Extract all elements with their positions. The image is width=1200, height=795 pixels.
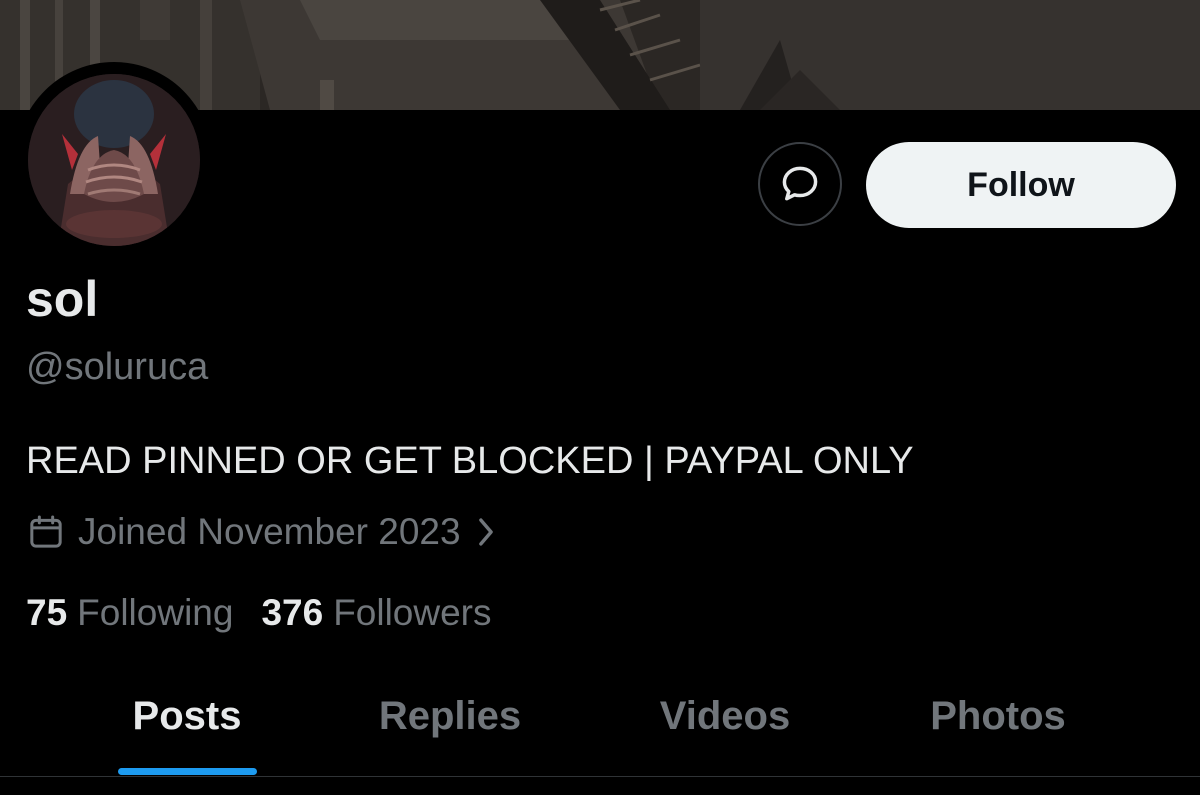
tab-videos-label: Videos — [659, 694, 791, 738]
followers-link[interactable]: 376 Followers — [261, 592, 491, 634]
user-bio: READ PINNED OR GET BLOCKED | PAYPAL ONLY — [26, 440, 914, 482]
profile-tabs: Posts Replies Videos Photos — [0, 680, 1200, 778]
tab-photos-label: Photos — [930, 694, 1066, 738]
tab-photos[interactable]: Photos — [883, 680, 1113, 778]
follow-stats: 75 Following 376 Followers — [26, 590, 492, 636]
display-name: sol — [26, 271, 99, 327]
followers-label: Followers — [333, 592, 492, 633]
tab-videos[interactable]: Videos — [610, 680, 840, 778]
message-bubble-icon — [782, 166, 818, 201]
tab-replies-label: Replies — [378, 694, 522, 738]
avatar-artwork — [28, 74, 200, 246]
follow-button-label: Follow — [967, 165, 1075, 204]
avatar-image — [28, 74, 200, 246]
following-link[interactable]: 75 Following — [26, 592, 233, 634]
calendar-icon — [26, 512, 66, 552]
follow-button[interactable]: Follow — [866, 142, 1176, 228]
following-label: Following — [77, 592, 234, 633]
tab-replies[interactable]: Replies — [335, 680, 565, 778]
joined-date-label: Joined November 2023 — [78, 511, 461, 552]
tab-posts-label: Posts — [132, 694, 242, 738]
tabs-divider — [0, 776, 1200, 777]
chevron-right-icon — [475, 515, 497, 549]
avatar[interactable] — [16, 62, 212, 258]
user-handle: @soluruca — [26, 346, 209, 388]
message-button[interactable] — [758, 142, 842, 226]
tab-posts[interactable]: Posts — [72, 680, 302, 778]
followers-count: 376 — [261, 592, 324, 633]
following-count: 75 — [26, 592, 68, 633]
active-tab-indicator — [118, 768, 257, 775]
joined-date[interactable]: Joined November 2023 — [26, 508, 497, 556]
